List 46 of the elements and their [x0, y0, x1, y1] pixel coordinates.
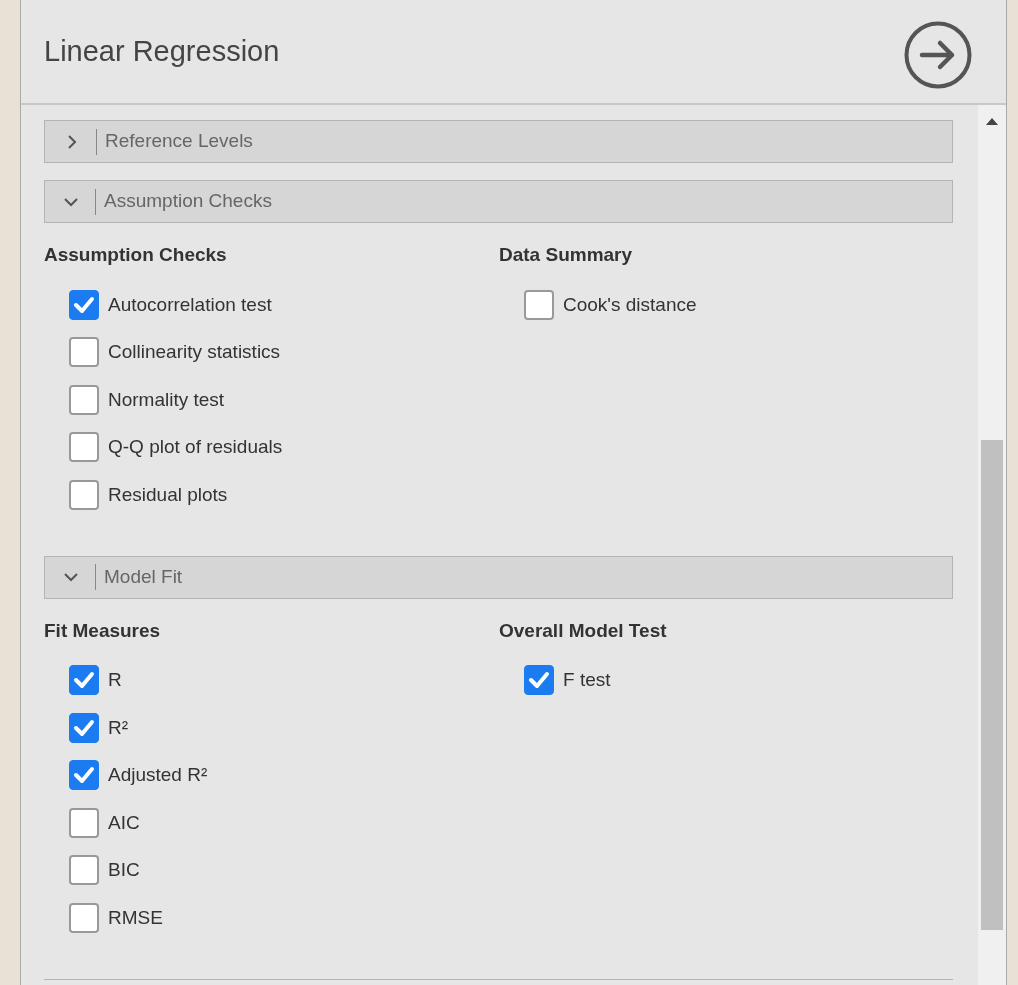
chevron-right-icon — [67, 133, 77, 150]
scroll-up-icon[interactable] — [986, 117, 998, 125]
checkbox-label: RMSE — [108, 905, 163, 930]
checkbox-label: Normality test — [108, 387, 225, 412]
checkbox[interactable] — [524, 665, 554, 696]
checkbox-label: R — [108, 668, 122, 692]
checkbox[interactable] — [524, 289, 554, 320]
checkbox[interactable] — [69, 337, 99, 368]
checkbox-label: F test — [563, 668, 611, 692]
checkbox-label: Collinearity statistics — [108, 340, 281, 364]
checkbox[interactable] — [69, 289, 99, 320]
checkbox[interactable] — [69, 855, 99, 886]
checkbox-label: Adjusted R² — [108, 763, 208, 787]
check-icon — [73, 766, 95, 785]
section-header[interactable]: Model Fit — [44, 555, 953, 599]
checkbox[interactable] — [69, 712, 99, 743]
group-heading: Fit Measures — [44, 618, 161, 642]
group-heading: Data Summary — [499, 243, 633, 266]
checkbox[interactable] — [69, 902, 99, 933]
checkbox-label: R² — [108, 715, 129, 740]
group-heading: Overall Model Test — [499, 618, 667, 642]
check-icon — [73, 295, 95, 314]
section-header[interactable]: Assumption Checks — [44, 180, 953, 223]
scrollbar[interactable] — [978, 105, 1006, 985]
scrollbar-thumb[interactable] — [981, 440, 1003, 930]
chevron-down-icon — [63, 196, 79, 207]
check-icon — [73, 718, 95, 737]
checkbox[interactable] — [69, 479, 99, 510]
arrow-right-icon[interactable] — [904, 20, 972, 89]
checkbox-label: AIC — [108, 810, 140, 835]
checkbox-label: Residual plots — [108, 482, 228, 507]
chevron-down-icon — [63, 572, 79, 582]
checkbox[interactable] — [69, 665, 99, 696]
section-header[interactable]: Reference Levels — [44, 120, 953, 163]
check-icon — [73, 671, 95, 690]
checkbox[interactable] — [69, 760, 99, 791]
checkbox[interactable] — [69, 807, 99, 838]
checkbox-label: Q-Q plot of residuals — [108, 435, 283, 459]
checkbox-label: Autocorrelation test — [108, 292, 272, 317]
panel-title: Linear Regression — [44, 33, 280, 69]
checkbox-label: BIC — [108, 858, 140, 882]
checkbox[interactable] — [69, 384, 99, 415]
group-heading: Assumption Checks — [44, 243, 227, 266]
checkbox[interactable] — [69, 432, 99, 463]
check-icon — [528, 671, 550, 690]
checkbox-label: Cook's distance — [563, 292, 697, 317]
